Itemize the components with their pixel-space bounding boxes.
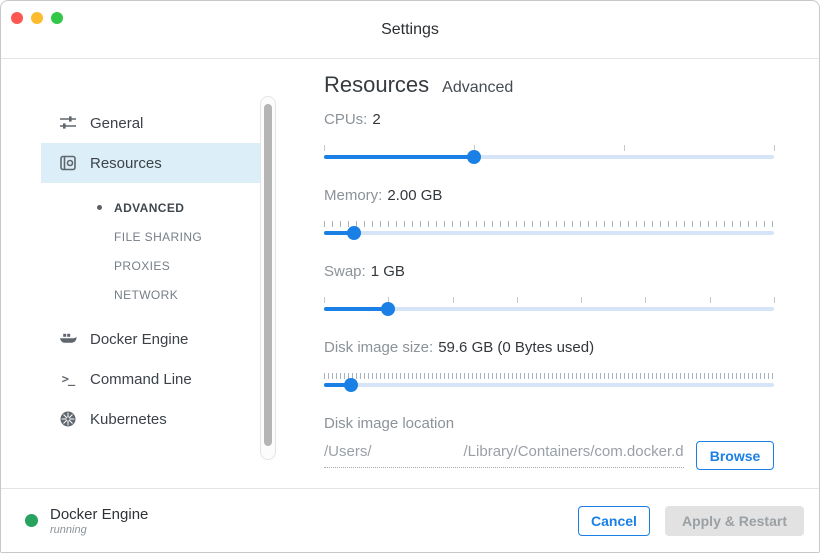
disk-size-slider: Disk image size: 59.6 GB (0 Bytes used) [324,339,774,391]
slider-ticks [324,221,774,227]
cpus-value: 2 [372,111,380,128]
sidebar-item-label: Resources [90,155,162,172]
sidebar-item-general[interactable]: General [41,103,263,143]
sidebar-scrollbar-thumb[interactable] [264,104,272,446]
sidebar-subitem-file-sharing[interactable]: FILE SHARING [41,222,263,251]
sidebar-subitem-proxies[interactable]: PROXIES [41,251,263,280]
settings-window: Settings General [0,0,820,553]
sidebar-item-label: Kubernetes [90,411,167,428]
close-button[interactable] [11,12,23,24]
slider-handle[interactable] [344,378,358,392]
window-title: Settings [381,21,439,39]
sidebar-item-kubernetes[interactable]: Kubernetes [41,399,263,439]
sidebar: General Resources ADVANCED FILE SHARING [1,59,309,489]
swap-label: Swap: [324,263,366,280]
cpus-slider: CPUs: 2 [324,111,774,163]
status-state: running [50,524,148,536]
slider-ticks [324,145,774,151]
page-subtitle: Advanced [442,79,513,97]
apply-restart-button[interactable]: Apply & Restart [665,506,804,536]
slider-handle[interactable] [467,150,481,164]
memory-slider: Memory: 2.00 GB [324,187,774,239]
footer-bar: Docker Engine running Cancel Apply & Res… [1,488,819,552]
minimize-button[interactable] [31,12,43,24]
slider-fill [324,307,388,311]
disk-location-path[interactable]: /Users//Library/Containers/com.docker.do… [324,443,684,468]
main-panel: Resources Advanced CPUs: 2 Memory: 2.00 GB [309,59,819,489]
slider-handle[interactable] [347,226,361,240]
zoom-button[interactable] [51,12,63,24]
swap-slider: Swap: 1 GB [324,263,774,315]
disk-size-label: Disk image size: [324,339,433,356]
terminal-icon: >_ [59,370,77,388]
sidebar-scrollbar-track[interactable] [260,96,276,460]
resources-icon [59,154,77,172]
sliders-icon [59,114,77,132]
slider-fill [324,155,474,159]
sidebar-subitem-advanced[interactable]: ADVANCED [41,193,263,222]
slider-track[interactable] [324,383,774,387]
cpus-slider-track-area[interactable] [324,145,774,163]
disk-location-section: Disk image location /Users//Library/Cont… [324,415,774,470]
memory-label: Memory: [324,187,382,204]
resources-sub-list: ADVANCED FILE SHARING PROXIES NETWORK [41,193,263,309]
status-title: Docker Engine [50,506,148,523]
swap-slider-track-area[interactable] [324,297,774,315]
sidebar-item-label: Command Line [90,371,192,388]
page-title: Resources [324,72,429,98]
titlebar: Settings [1,1,819,59]
traffic-lights [11,12,63,24]
whale-icon [59,330,77,348]
kubernetes-icon [59,410,77,428]
disk-size-slider-track-area[interactable] [324,373,774,391]
slider-ticks [324,373,774,379]
sidebar-item-label: Docker Engine [90,331,188,348]
sidebar-subitem-network[interactable]: NETWORK [41,280,263,309]
sidebar-item-command-line[interactable]: >_ Command Line [41,359,263,399]
disk-size-value: 59.6 GB (0 Bytes used) [438,339,594,356]
browse-button[interactable]: Browse [696,441,774,470]
sidebar-item-label: General [90,115,143,132]
cpus-label: CPUs: [324,111,367,128]
memory-value: 2.00 GB [387,187,442,204]
slider-handle[interactable] [381,302,395,316]
status-dot [25,514,38,527]
slider-track[interactable] [324,231,774,235]
sidebar-item-resources[interactable]: Resources [41,143,263,183]
cancel-button[interactable]: Cancel [578,506,650,536]
sidebar-item-docker-engine[interactable]: Docker Engine [41,319,263,359]
disk-location-label: Disk image location [324,415,774,435]
memory-slider-track-area[interactable] [324,221,774,239]
swap-value: 1 GB [371,263,405,280]
